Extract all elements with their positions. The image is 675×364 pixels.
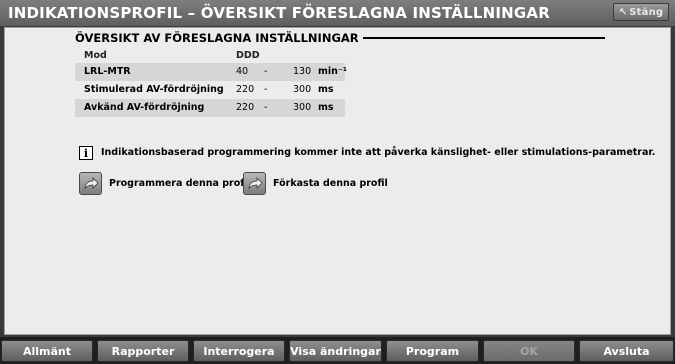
- program-profile-action[interactable]: Programmera denna profil: [79, 172, 251, 196]
- reports-button[interactable]: Rapporter: [97, 340, 189, 362]
- bottom-toolbar: Allmänt Rapporter Interrogera Visa ändri…: [0, 337, 675, 364]
- table-row: Avkänd AV-fördröjning 220 - 300 ms: [75, 99, 345, 117]
- header-ddd: DDD: [236, 50, 260, 61]
- row-unit: min⁻¹: [318, 66, 348, 77]
- table-header-row: Mod DDD: [75, 47, 345, 63]
- section-rule: [362, 37, 605, 39]
- forward-arrow-icon: [248, 177, 263, 190]
- program-button[interactable]: Program: [386, 340, 479, 362]
- discard-profile-action[interactable]: Förkasta denna profil: [243, 172, 388, 196]
- program-profile-label[interactable]: Programmera denna profil: [109, 178, 251, 189]
- info-message: i Indikationsbaserad programmering komme…: [79, 146, 655, 162]
- header-mode: Mod: [84, 50, 107, 61]
- row-dash: -: [264, 66, 268, 77]
- row-high: 300: [293, 102, 312, 113]
- exit-button[interactable]: Avsluta: [579, 340, 674, 362]
- settings-table: Mod DDD LRL-MTR 40 - 130 min⁻¹ Stimulera…: [75, 47, 348, 117]
- close-label: Stäng: [629, 6, 664, 18]
- row-high: 130: [293, 66, 312, 77]
- discard-profile-label[interactable]: Förkasta denna profil: [273, 178, 388, 189]
- row-label: LRL-MTR: [84, 66, 131, 77]
- row-unit: ms: [318, 84, 334, 95]
- row-label: Stimulerad AV-fördröjning: [84, 84, 224, 95]
- interrogate-button[interactable]: Interrogera: [193, 340, 285, 362]
- info-text: Indikationsbaserad programmering kommer …: [101, 147, 656, 158]
- table-row: LRL-MTR 40 - 130 min⁻¹: [75, 63, 348, 81]
- general-button[interactable]: Allmänt: [1, 340, 93, 362]
- discard-profile-button[interactable]: [243, 172, 266, 195]
- view-changes-button[interactable]: Visa ändringar: [289, 340, 382, 362]
- content-panel: ÖVERSIKT AV FÖRESLAGNA INSTÄLLNINGAR Mod…: [4, 27, 671, 335]
- title-bar: INDIKATIONSPROFIL – ÖVERSIKT FÖRESLAGNA …: [0, 0, 675, 26]
- ok-button: OK: [483, 340, 575, 362]
- table-row: Stimulerad AV-fördröjning 220 - 300 ms: [75, 81, 345, 99]
- section-title: ÖVERSIKT AV FÖRESLAGNA INSTÄLLNINGAR: [75, 31, 605, 45]
- arrow-up-left-icon: ↖: [618, 6, 628, 18]
- row-dash: -: [264, 102, 268, 113]
- row-low: 220: [236, 84, 255, 95]
- row-dash: -: [264, 84, 268, 95]
- row-unit: ms: [318, 102, 334, 113]
- row-label: Avkänd AV-fördröjning: [84, 102, 205, 113]
- row-high: 300: [293, 84, 312, 95]
- info-icon: i: [79, 146, 93, 160]
- window-title: INDIKATIONSPROFIL – ÖVERSIKT FÖRESLAGNA …: [8, 4, 550, 22]
- row-low: 40: [236, 66, 249, 77]
- close-button[interactable]: ↖ Stäng: [613, 3, 669, 21]
- row-low: 220: [236, 102, 255, 113]
- forward-arrow-icon: [84, 177, 99, 190]
- program-profile-button[interactable]: [79, 172, 102, 195]
